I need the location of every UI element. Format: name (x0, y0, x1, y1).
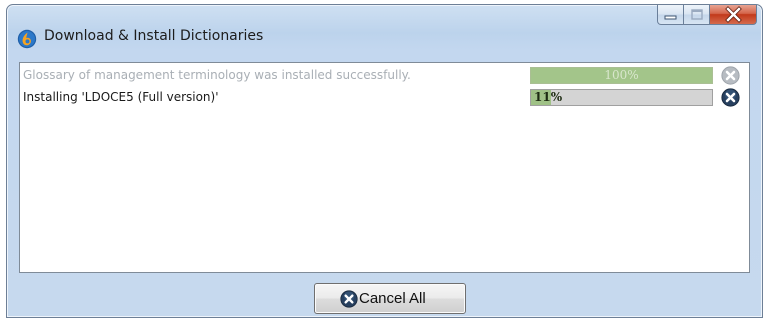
dialog-window: Download & Install Dictionaries Glossary… (6, 4, 763, 318)
cancel-circle-icon[interactable] (721, 66, 740, 85)
minimize-button[interactable] (657, 5, 684, 25)
download-status-label: Glossary of management terminology was i… (23, 68, 411, 82)
download-row-glossary: Glossary of management terminology was i… (20, 64, 749, 86)
close-button[interactable] (710, 5, 757, 25)
download-row-ldoce5: Installing 'LDOCE5 (Full version)' 11% (20, 86, 749, 108)
app-logo-icon (17, 29, 37, 49)
caption-buttons (657, 5, 757, 27)
download-status-label: Installing 'LDOCE5 (Full version)' (23, 90, 219, 104)
download-list: Glossary of management terminology was i… (19, 62, 750, 273)
maximize-button[interactable] (684, 5, 710, 25)
maximize-icon (691, 9, 703, 20)
minimize-icon (664, 15, 677, 20)
progress-percent-text: 11% (534, 90, 563, 104)
close-x-icon (725, 6, 742, 23)
download-progress-bar: 100% (530, 67, 713, 84)
cancel-all-button[interactable]: Cancel All (314, 283, 466, 314)
cancel-circle-icon[interactable] (721, 88, 740, 107)
cancel-all-label: Cancel All (359, 290, 426, 307)
progress-percent-text: 100% (604, 68, 639, 82)
window-title: Download & Install Dictionaries (44, 28, 264, 44)
download-progress-bar: 11% (530, 89, 713, 106)
title-bar[interactable]: Download & Install Dictionaries (7, 5, 762, 51)
cancel-circle-icon (340, 290, 358, 308)
